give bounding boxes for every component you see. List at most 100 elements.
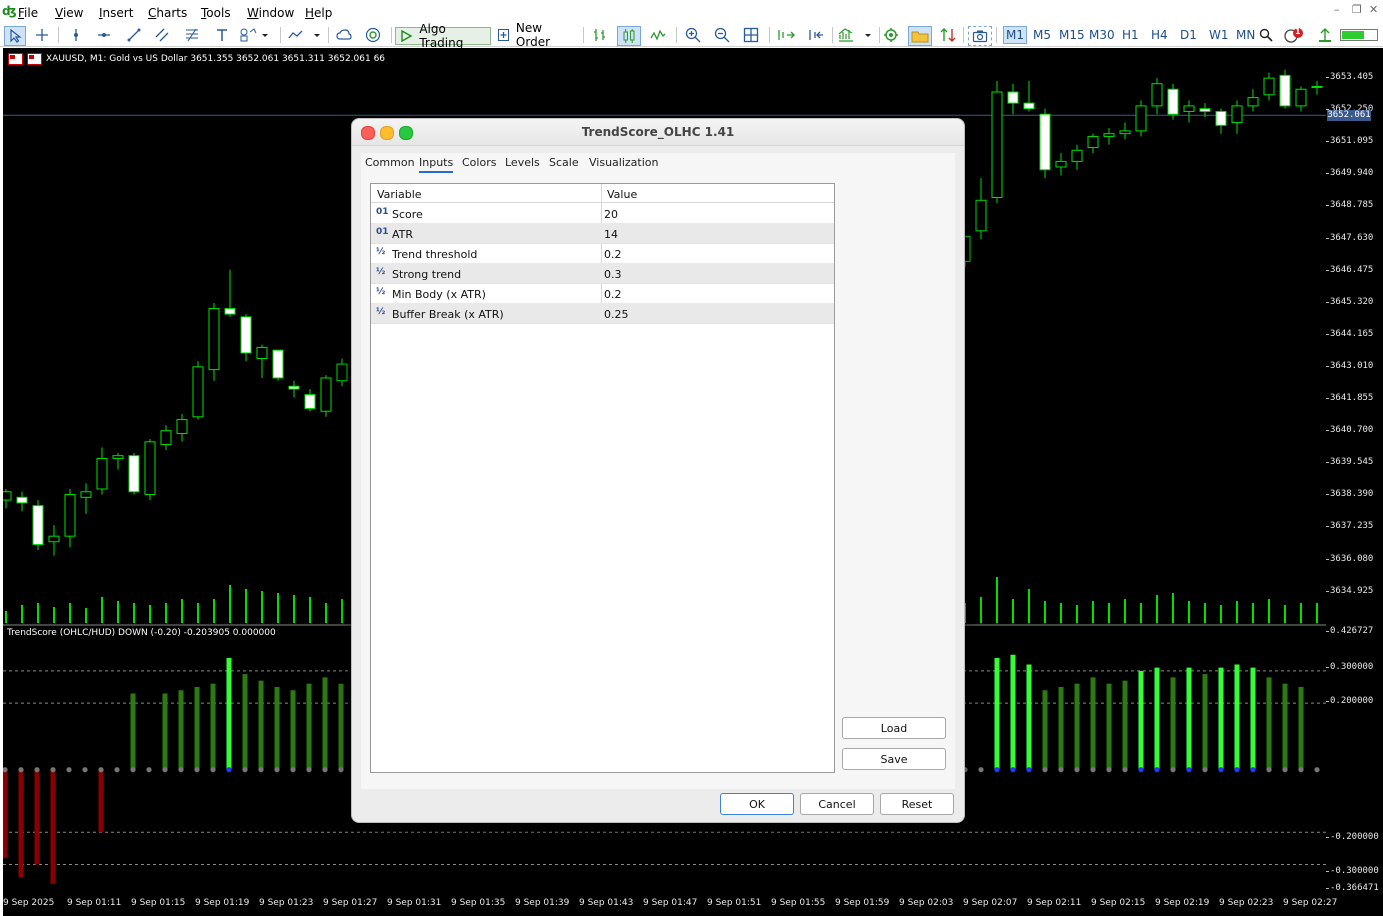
templates-icon[interactable] — [908, 26, 932, 46]
timeframe-m5[interactable]: M5 — [1033, 27, 1051, 43]
vertical-line-icon[interactable] — [66, 26, 86, 44]
indicators-icon[interactable] — [286, 26, 322, 44]
candle-body — [192, 366, 204, 418]
timeframe-mn[interactable]: MN — [1236, 27, 1255, 43]
symbol-flag-icon-2 — [27, 53, 42, 65]
price-tick: 3636.080 — [1325, 553, 1374, 564]
input-row-buffer-break[interactable]: ½ Buffer Break (x ATR) 0.25 — [371, 303, 834, 324]
input-value[interactable]: 14 — [604, 228, 618, 241]
ok-button[interactable]: OK — [720, 793, 794, 815]
fibonacci-icon[interactable] — [182, 26, 202, 44]
indicator-list-icon[interactable] — [836, 26, 874, 44]
line-chart-icon[interactable] — [647, 26, 669, 44]
time-tick: 9 Sep 01:35 — [451, 898, 506, 908]
tab-common[interactable]: Common — [365, 156, 415, 169]
candle-right-body — [991, 91, 1003, 199]
score-dot — [82, 767, 88, 773]
score-dot — [194, 767, 200, 773]
indicator-tick: -0.200000 — [1326, 832, 1379, 842]
tab-scale[interactable]: Scale — [549, 156, 579, 169]
horizontal-line-icon[interactable] — [94, 26, 114, 44]
zoom-in-icon[interactable] — [682, 26, 704, 44]
auto-scroll-icon[interactable] — [775, 26, 797, 44]
algo-trading-button[interactable]: Algo Trading — [395, 22, 491, 50]
search-icon[interactable] — [1257, 26, 1275, 44]
menu-insert[interactable]: Insert — [99, 6, 133, 20]
time-tick: 9 Sep 01:31 — [387, 898, 442, 908]
trade-levels-icon[interactable] — [937, 26, 959, 44]
experts-icon[interactable] — [880, 26, 902, 44]
time-axis[interactable]: 9 Sep 2025 9 Sep 01:11 9 Sep 01:15 9 Sep 01… — [3, 894, 1383, 916]
timeframe-m1[interactable]: M1 — [1003, 26, 1027, 44]
chart-shift-icon[interactable] — [804, 26, 826, 44]
candle-right-body — [1119, 130, 1131, 135]
screenshot-icon[interactable] — [968, 26, 992, 46]
candle-right-body — [1311, 85, 1323, 88]
symbol-flag-icon — [8, 53, 23, 65]
menu-view[interactable]: View — [55, 6, 83, 20]
reset-button[interactable]: Reset — [880, 793, 954, 815]
candlestick-icon[interactable] — [617, 26, 641, 46]
crosshair-icon[interactable] — [32, 26, 52, 44]
input-name: Score — [392, 208, 423, 221]
minimize-icon[interactable]: – — [1334, 3, 1340, 16]
trend-line-icon[interactable] — [124, 26, 144, 44]
zoom-out-icon[interactable] — [711, 26, 733, 44]
text-tool-icon[interactable] — [212, 26, 232, 44]
tab-colors[interactable]: Colors — [462, 156, 496, 169]
input-row-min-body[interactable]: ½ Min Body (x ATR) 0.2 — [371, 283, 834, 304]
timeframe-h1[interactable]: H1 — [1122, 27, 1139, 43]
timeframe-m15[interactable]: M15 — [1059, 27, 1085, 43]
menu-window[interactable]: Window — [247, 6, 294, 20]
cursor-icon[interactable] — [4, 26, 26, 46]
menu-file[interactable]: File — [18, 6, 38, 20]
channel-icon[interactable] — [152, 26, 172, 44]
load-button[interactable]: Load — [842, 717, 946, 739]
timeframe-m30[interactable]: M30 — [1089, 27, 1115, 43]
input-row-trend-threshold[interactable]: ½ Trend threshold 0.2 — [371, 243, 834, 264]
restore-icon[interactable]: ❐ — [1352, 3, 1362, 16]
score-dot — [1298, 767, 1304, 773]
save-button[interactable]: Save — [842, 748, 946, 770]
tab-levels[interactable]: Levels — [505, 156, 540, 169]
input-row-strong-trend[interactable]: ½ Strong trend 0.3 — [371, 263, 834, 284]
new-order-button[interactable]: New Order — [495, 21, 575, 49]
timeframe-h4[interactable]: H4 — [1151, 27, 1168, 43]
price-tick: 3638.390 — [1325, 489, 1374, 500]
bar-chart-icon[interactable] — [589, 26, 611, 44]
notifications-icon[interactable]: 1 — [1282, 26, 1308, 44]
price-tick: 3639.545 — [1325, 457, 1374, 468]
score-dot — [1026, 767, 1032, 773]
input-row-atr[interactable]: 01 ATR 14 — [371, 223, 834, 244]
input-value[interactable]: 20 — [604, 208, 618, 221]
menu-help[interactable]: Help — [305, 6, 332, 20]
input-row-score[interactable]: 01 Score 20 — [371, 203, 834, 224]
cloud-icon[interactable] — [334, 26, 354, 44]
input-value[interactable]: 0.3 — [604, 268, 622, 281]
timeframe-w1[interactable]: W1 — [1209, 27, 1229, 43]
signals-icon[interactable] — [362, 26, 384, 44]
input-value[interactable]: 0.25 — [604, 308, 629, 321]
candle-right-body — [975, 199, 987, 232]
variable-column-header[interactable]: Variable — [377, 188, 422, 201]
input-value[interactable]: 0.2 — [604, 288, 622, 301]
price-tick: 3653.405 — [1325, 72, 1374, 82]
tab-visualization[interactable]: Visualization — [589, 156, 658, 169]
price-tick: 3651.095 — [1325, 136, 1374, 147]
cancel-button[interactable]: Cancel — [800, 793, 874, 815]
menu-tools[interactable]: Tools — [201, 6, 231, 20]
tile-windows-icon[interactable] — [740, 26, 762, 44]
close-icon[interactable]: ✕ — [1369, 3, 1378, 16]
price-scale[interactable]: 3653.4053652.2503651.0953649.9403648.785… — [1325, 48, 1383, 894]
timeframe-d1[interactable]: D1 — [1180, 27, 1197, 43]
dialog-titlebar[interactable]: TrendScore_OLHC 1.41 — [352, 119, 964, 146]
integer-type-icon: 01 — [376, 207, 389, 217]
menu-charts[interactable]: Charts — [148, 6, 187, 20]
shapes-icon[interactable] — [238, 26, 272, 44]
time-tick: 9 Sep 02:27 — [1283, 898, 1338, 908]
score-dot — [1186, 767, 1192, 773]
tab-inputs[interactable]: Inputs — [419, 156, 454, 173]
candle-body — [160, 430, 172, 446]
value-column-header[interactable]: Value — [607, 188, 637, 201]
input-value[interactable]: 0.2 — [604, 248, 622, 261]
